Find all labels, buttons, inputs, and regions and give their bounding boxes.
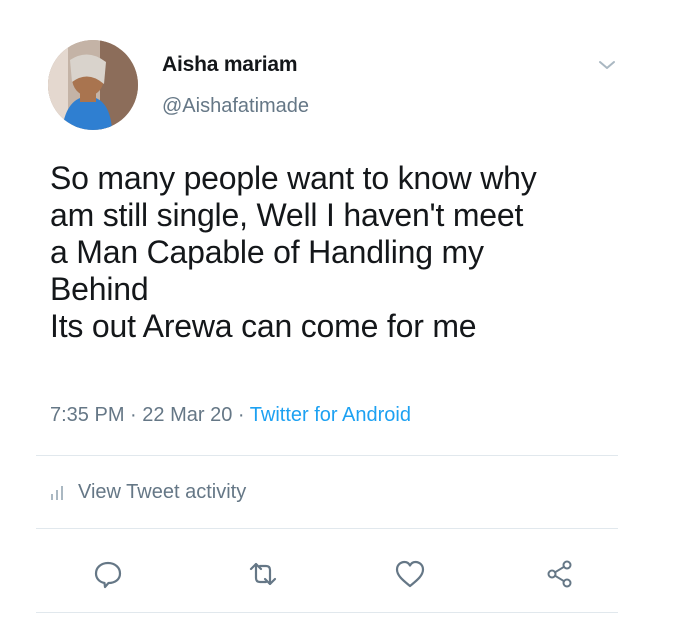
tweet-time: 7:35 PM xyxy=(50,404,125,426)
chevron-down-icon[interactable] xyxy=(594,56,620,74)
divider xyxy=(36,455,618,456)
avatar[interactable] xyxy=(48,40,138,130)
share-icon[interactable] xyxy=(543,557,577,591)
tweet-source-link[interactable]: Twitter for Android xyxy=(250,404,411,426)
tweet-card: Aisha mariam @Aishafatimade So many peop… xyxy=(0,0,700,643)
divider xyxy=(36,612,618,613)
author-name[interactable]: Aisha mariam xyxy=(162,53,298,77)
view-tweet-activity-link[interactable]: View Tweet activity xyxy=(50,481,246,504)
avatar-photo xyxy=(48,40,138,130)
meta-separator: · xyxy=(237,404,245,426)
meta-separator: · xyxy=(130,404,137,426)
bar-chart-icon xyxy=(51,485,63,500)
author-handle[interactable]: @Aishafatimade xyxy=(162,95,309,118)
view-tweet-activity-label: View Tweet activity xyxy=(78,481,247,503)
divider xyxy=(36,528,618,529)
reply-icon[interactable] xyxy=(91,557,125,591)
tweet-date: 22 Mar 20 xyxy=(142,404,233,426)
tweet-meta: 7:35 PM · 22 Mar 20 · Twitter for Androi… xyxy=(50,404,411,427)
tweet-text: So many people want to know why am still… xyxy=(50,160,537,344)
retweet-icon[interactable] xyxy=(246,557,280,591)
heart-icon[interactable] xyxy=(393,557,427,591)
